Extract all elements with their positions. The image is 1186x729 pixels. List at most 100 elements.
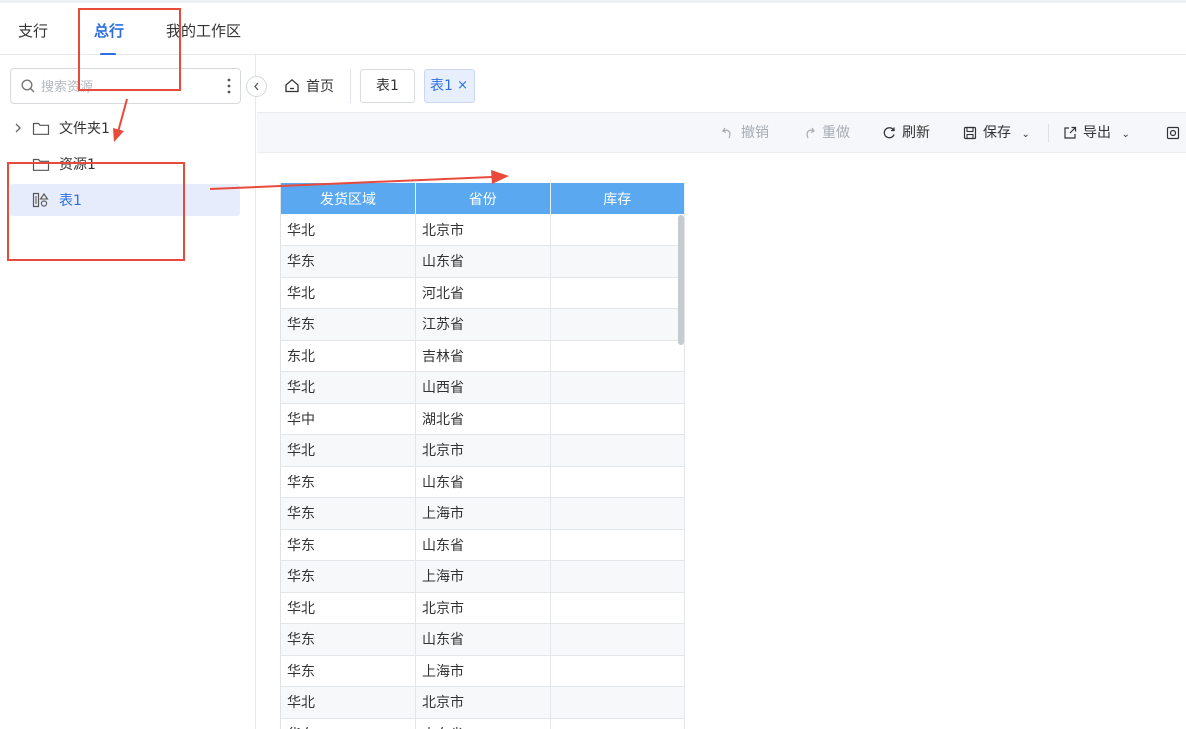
table-cell[interactable] [550,214,685,246]
table-cell[interactable]: 北京市 [415,686,551,719]
table-cell[interactable]: 华东 [281,308,416,341]
table-cell[interactable] [550,718,685,729]
table-cell[interactable] [550,371,685,404]
search-input[interactable] [41,77,211,97]
table-cell[interactable] [550,277,685,309]
column-header[interactable]: 发货区域 [281,183,416,214]
export-button[interactable]: 导出 ⌄ [1063,124,1130,142]
table-row: 华东山东省 [281,245,685,278]
home-tab[interactable]: 首页 [284,76,334,96]
table-cell[interactable]: 华东 [281,655,416,687]
vertical-scrollbar[interactable] [678,215,684,345]
save-button[interactable]: 保存 ⌄ [963,124,1030,142]
report-toolbar: 撤销 重做 刷新 保存 ⌄ 导出 ⌄ [257,113,1186,153]
top-tab-my-workspace[interactable]: 我的工作区 [166,20,241,41]
table-cell[interactable]: 华东 [281,623,416,656]
chevron-down-icon[interactable]: ⌄ [1021,129,1029,140]
table-cell[interactable]: 华北 [281,277,416,309]
table-cell[interactable]: 华北 [281,214,416,246]
tree-item-table1[interactable]: 表1 [10,184,240,216]
table-cell[interactable]: 华东 [281,560,416,593]
table-cell[interactable]: 华北 [281,371,416,404]
undo-label: 撤销 [741,125,769,141]
table-cell[interactable]: 山东省 [415,529,551,561]
table-cell[interactable]: 上海市 [415,560,551,593]
table-cell[interactable]: 山东省 [415,623,551,656]
table-cell[interactable]: 山东省 [415,718,551,729]
resource-search-box[interactable] [10,68,241,104]
table-cell[interactable]: 湖北省 [415,403,551,435]
top-tab-head-office[interactable]: 总行 [94,20,124,56]
table-cell[interactable]: 上海市 [415,655,551,687]
table-cell[interactable] [550,466,685,498]
table-cell[interactable]: 华东 [281,245,416,278]
export-icon [1064,126,1077,139]
table-cell[interactable]: 华东 [281,466,416,498]
chevron-right-icon[interactable] [14,122,22,134]
tree-item-folder1[interactable]: 文件夹1 [10,112,240,144]
table-row: 华东 上海市 [281,560,685,593]
table-cell[interactable] [550,623,685,656]
table-cell[interactable]: 华北 [281,434,416,467]
data-table: 发货区域 省份 库存 华北 北京市 华东 山东省 华北 河北省 华东 江苏省 东北 吉林省 华北 山西… [281,183,685,729]
table-cell[interactable] [550,592,685,624]
folder-icon [32,158,50,171]
table-cell[interactable]: 华东 [281,529,416,561]
page-tab-table1-active[interactable]: 表1 × [424,69,475,103]
table-cell[interactable] [550,560,685,593]
table-cell[interactable] [550,434,685,467]
redo-button[interactable]: 重做 [802,124,850,142]
column-header[interactable]: 库存 [550,183,685,214]
table-cell[interactable]: 华北 [281,686,416,719]
refresh-button[interactable]: 刷新 [882,124,930,142]
table-cell[interactable]: 山西省 [415,371,551,404]
table-cell[interactable] [550,497,685,530]
collapse-sidebar-button[interactable] [246,76,267,97]
table-cell[interactable]: 江苏省 [415,308,551,341]
undo-icon [722,127,731,139]
table-cell[interactable]: 华东 [281,497,416,530]
top-tab-branch[interactable]: 支行 [18,20,48,41]
tree-item-label: 资源1 [59,157,96,173]
column-header[interactable]: 省份 [415,183,551,214]
table-cell[interactable]: 北京市 [415,434,551,467]
toolbar-divider [1048,124,1049,142]
folder-icon [32,122,50,135]
table-cell[interactable] [550,529,685,561]
table-cell[interactable]: 河北省 [415,277,551,309]
page-tab-label: 表1 [430,78,453,94]
undo-button[interactable]: 撤销 [721,124,769,142]
search-icon [21,79,35,93]
table-cell[interactable]: 上海市 [415,497,551,530]
refresh-icon [883,127,895,139]
table-cell[interactable]: 华北 [281,592,416,624]
page-tab-table1[interactable]: 表1 [360,69,415,103]
table-cell[interactable] [550,655,685,687]
table-cell[interactable]: 华中 [281,403,416,435]
tree-item-resource1[interactable]: 资源1 [10,148,240,180]
table-cell[interactable]: 华东 [281,718,416,729]
tab-divider [350,69,351,103]
report-grid: 发货区域 省份 库存 华北 北京市 华东 山东省 华北 河北省 华东 江苏省 东北 吉林省 华北 山西… [280,183,685,729]
table-cell[interactable] [550,340,685,372]
table-cell[interactable] [550,308,685,341]
table-cell[interactable]: 吉林省 [415,340,551,372]
table-form-icon [32,192,49,208]
table-cell[interactable]: 北京市 [415,592,551,624]
table-cell[interactable]: 东北 [281,340,416,372]
table-cell[interactable] [550,686,685,719]
table-cell[interactable] [550,403,685,435]
table-cell[interactable]: 山东省 [415,245,551,278]
close-icon[interactable]: × [457,70,468,102]
table-cell[interactable]: 北京市 [415,214,551,246]
table-row: 华北 河北省 [281,277,685,309]
more-options-icon[interactable] [227,78,231,94]
table-row: 华东 上海市 [281,497,685,530]
chevron-down-icon[interactable]: ⌄ [1121,129,1129,140]
table-row: 华东山东省 [281,718,685,729]
table-cell[interactable]: 山东省 [415,466,551,498]
home-icon [285,78,299,93]
table-row: 华北 北京市 [281,434,685,467]
table-cell[interactable] [550,245,685,278]
top-navigation: 支行 总行 我的工作区 [0,0,1186,56]
